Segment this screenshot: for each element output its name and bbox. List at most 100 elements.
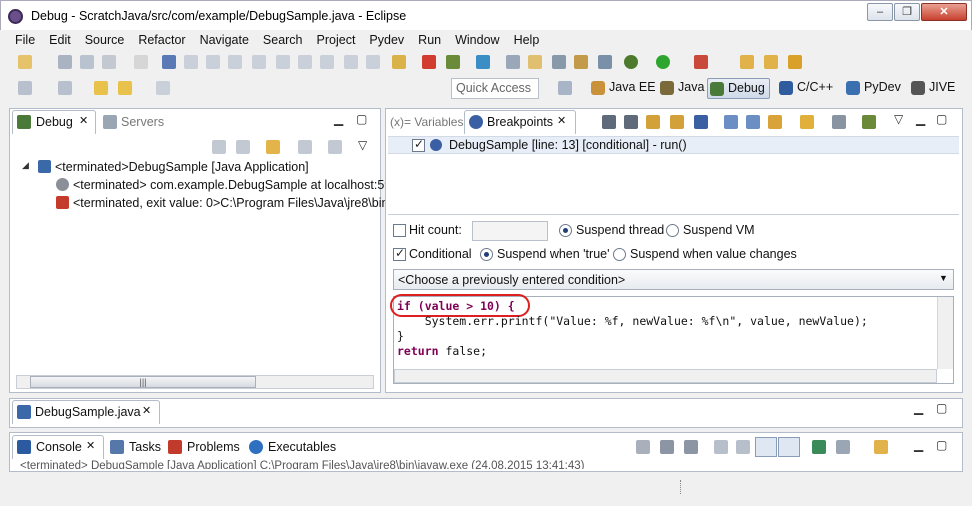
- terminate-console-icon[interactable]: [636, 440, 650, 454]
- condition-history-dropdown[interactable]: <Choose a previously entered condition> …: [393, 269, 954, 290]
- mark-icon[interactable]: [552, 55, 566, 69]
- minimize-view-icon[interactable]: ▁: [914, 438, 923, 452]
- conditional-checkbox[interactable]: [393, 246, 406, 261]
- open-console-icon[interactable]: [874, 440, 888, 454]
- close-icon[interactable]: ✕: [142, 404, 151, 417]
- suspend-icon[interactable]: [206, 55, 220, 69]
- edit-icon[interactable]: [528, 55, 542, 69]
- threads-icon[interactable]: [328, 140, 342, 154]
- wrench-icon[interactable]: [598, 55, 612, 69]
- use-step-filters-icon[interactable]: [366, 55, 380, 69]
- print-icon[interactable]: [102, 55, 116, 69]
- close-icon[interactable]: ✕: [557, 114, 566, 127]
- minimize-view-icon[interactable]: ▁: [914, 401, 923, 415]
- scrollbar-thumb[interactable]: |||: [30, 376, 256, 388]
- maximize-view-icon[interactable]: ▢: [936, 401, 947, 415]
- perspective-jive[interactable]: JIVE: [909, 78, 955, 99]
- last-edit-icon[interactable]: [94, 81, 108, 95]
- suspend-thread-radio[interactable]: [559, 224, 572, 237]
- menu-help[interactable]: Help: [507, 31, 547, 47]
- minimize-view-icon[interactable]: ▁: [916, 112, 925, 126]
- view-menu-icon[interactable]: ▽: [894, 112, 903, 126]
- tree-item-vm[interactable]: <terminated> com.example.DebugSample at …: [56, 178, 402, 192]
- maximize-view-icon[interactable]: ▢: [356, 112, 367, 126]
- clear-console-icon[interactable]: [714, 440, 728, 454]
- debug-config-icon[interactable]: [446, 55, 460, 69]
- remove-all-breakpoints-icon[interactable]: [624, 115, 638, 129]
- tab-tasks[interactable]: Tasks: [129, 440, 161, 454]
- minimize-view-icon[interactable]: ▁: [334, 112, 343, 126]
- next-annotation-icon[interactable]: [18, 81, 32, 95]
- folder-icon[interactable]: [764, 55, 778, 69]
- maximize-button[interactable]: ❐: [894, 3, 920, 21]
- breakpoint-icon[interactable]: [422, 55, 436, 69]
- menu-refactor[interactable]: Refactor: [131, 31, 192, 47]
- close-button[interactable]: ✕: [921, 3, 967, 21]
- editor-horizontal-scrollbar[interactable]: [394, 369, 937, 383]
- menu-edit[interactable]: Edit: [42, 31, 78, 47]
- collapse-all-icon[interactable]: [746, 115, 760, 129]
- menu-pydev[interactable]: Pydev: [362, 31, 411, 47]
- pencil-icon[interactable]: [788, 55, 802, 69]
- perspective-java-ee[interactable]: Java EE: [589, 78, 656, 99]
- step-over-icon[interactable]: [298, 55, 312, 69]
- pin-console-icon[interactable]: [812, 440, 826, 454]
- remove-all-launches-icon[interactable]: [684, 440, 698, 454]
- close-icon[interactable]: ✕: [79, 114, 88, 127]
- remove-launch-icon[interactable]: [660, 440, 674, 454]
- step-icon[interactable]: [298, 140, 312, 154]
- perspective-java[interactable]: Java: [658, 78, 704, 99]
- menu-project[interactable]: Project: [310, 31, 363, 47]
- menu-search[interactable]: Search: [256, 31, 310, 47]
- remove-all-icon[interactable]: [236, 140, 250, 154]
- tab-problems[interactable]: Problems: [187, 440, 240, 454]
- save-all-icon[interactable]: [80, 55, 94, 69]
- suspend-when-true-radio[interactable]: [480, 248, 493, 261]
- tab-servers[interactable]: Servers: [121, 115, 164, 129]
- link-with-debug-icon[interactable]: [768, 115, 782, 129]
- display-console-icon[interactable]: [836, 440, 850, 454]
- show-on-stdout-toggle[interactable]: [755, 437, 777, 457]
- editor-vertical-scrollbar[interactable]: [937, 297, 953, 369]
- menu-window[interactable]: Window: [448, 31, 506, 47]
- maximize-view-icon[interactable]: ▢: [936, 438, 947, 452]
- remove-breakpoint-icon[interactable]: [602, 115, 616, 129]
- menu-navigate[interactable]: Navigate: [193, 31, 256, 47]
- perspective-cpp[interactable]: C/C++: [777, 78, 833, 99]
- menu-run[interactable]: Run: [411, 31, 448, 47]
- scroll-lock-icon[interactable]: [736, 440, 750, 454]
- hit-count-checkbox[interactable]: [393, 224, 406, 237]
- quick-access-input[interactable]: Quick Access: [451, 78, 539, 99]
- tab-variables[interactable]: (x)= Variables: [390, 115, 463, 129]
- perspective-pydev[interactable]: PyDev: [844, 78, 901, 99]
- view-menu-icon[interactable]: ▽: [358, 138, 367, 152]
- step-into-selection-icon[interactable]: [266, 140, 280, 154]
- expand-all-icon[interactable]: [724, 115, 738, 129]
- tab-executables[interactable]: Executables: [268, 440, 336, 454]
- new-icon[interactable]: [18, 55, 32, 69]
- go-to-file-icon[interactable]: [670, 115, 684, 129]
- remove-terminated-icon[interactable]: [212, 140, 226, 154]
- suspend-vm-radio[interactable]: [666, 224, 679, 237]
- step-return-icon[interactable]: [320, 55, 334, 69]
- external-tools-icon[interactable]: [694, 55, 708, 69]
- suspend-when-changes-radio[interactable]: [613, 248, 626, 261]
- show-on-stderr-toggle[interactable]: [778, 437, 800, 457]
- resume-icon[interactable]: [184, 55, 198, 69]
- tree-expander[interactable]: ◢: [22, 160, 29, 171]
- exception-breakpoint-icon[interactable]: [800, 115, 814, 129]
- breakpoint-settings-icon[interactable]: [862, 115, 876, 129]
- menu-file[interactable]: File: [8, 31, 42, 47]
- perspective-debug[interactable]: Debug: [707, 78, 770, 99]
- prev-annotation-icon[interactable]: [58, 81, 72, 95]
- binary-icon[interactable]: [134, 55, 148, 69]
- run-icon[interactable]: [656, 55, 670, 69]
- group-by-icon[interactable]: [832, 115, 846, 129]
- search-files-icon[interactable]: [574, 55, 588, 69]
- tree-item-launch[interactable]: <terminated>DebugSample [Java Applicatio…: [38, 160, 309, 174]
- skip-all-breakpoints-icon[interactable]: [694, 115, 708, 129]
- maximize-view-icon[interactable]: ▢: [936, 112, 947, 126]
- disconnect-icon[interactable]: [252, 55, 266, 69]
- open-perspective-icon[interactable]: [558, 81, 572, 95]
- open-type-icon[interactable]: [476, 55, 490, 69]
